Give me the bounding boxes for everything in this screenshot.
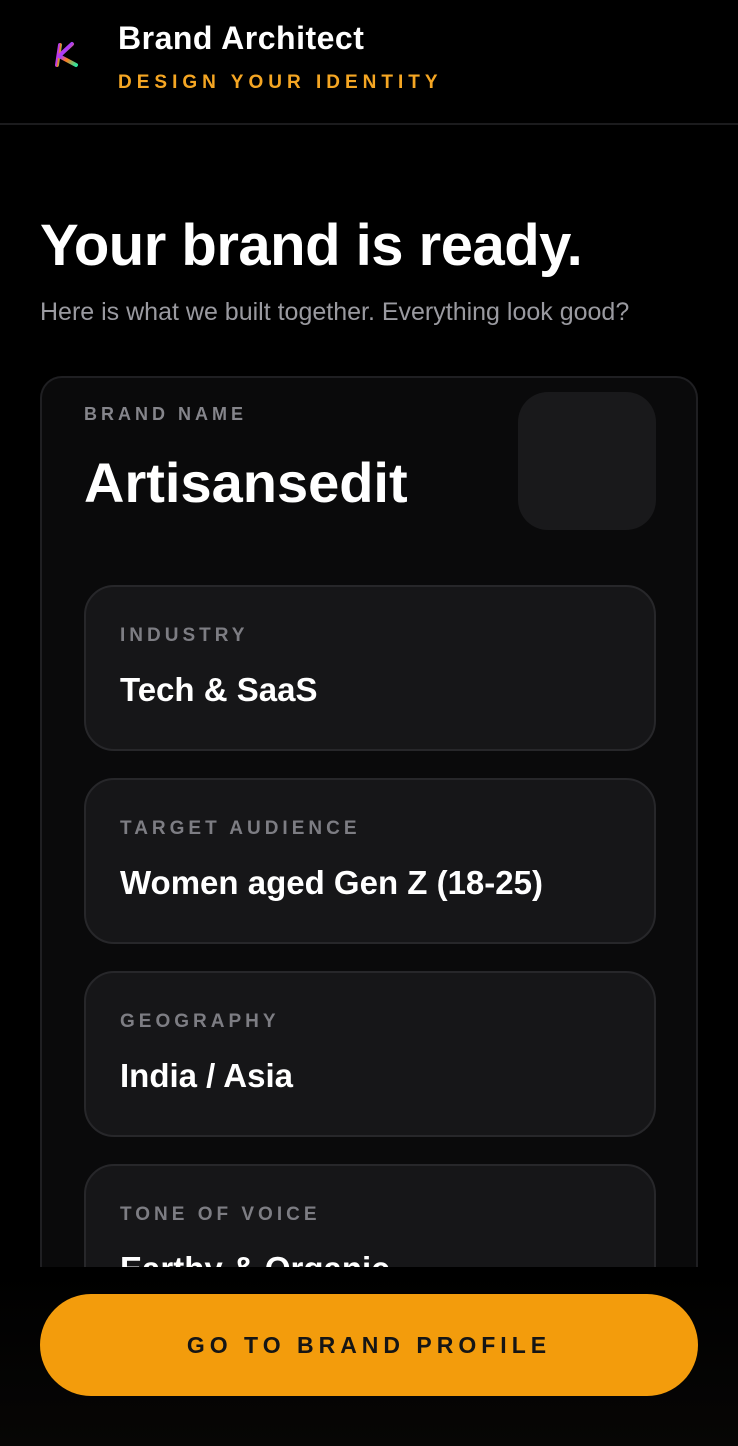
field-label: TARGET AUDIENCE: [120, 818, 361, 839]
app-title: Brand Architect: [118, 20, 365, 56]
geography-field: GEOGRAPHY India / Asia: [84, 971, 656, 1137]
brand-summary-card: BRAND NAME Artisansedit INDUSTRY Tech & …: [40, 376, 698, 1267]
app-tagline: DESIGN YOUR IDENTITY: [118, 72, 443, 93]
page-subtitle: Here is what we built together. Everythi…: [40, 298, 630, 326]
button-label: GO TO BRAND PROFILE: [186, 1331, 552, 1358]
target-audience-field: TARGET AUDIENCE Women aged Gen Z (18-25): [84, 778, 656, 944]
app-header: Brand Architect DESIGN YOUR IDENTITY: [0, 0, 738, 125]
k-logo-icon: [50, 38, 86, 74]
page-title: Your brand is ready.: [40, 213, 583, 278]
field-label: INDUSTRY: [120, 625, 249, 646]
industry-field: INDUSTRY Tech & SaaS: [84, 585, 656, 751]
brand-name-value: Artisansedit: [84, 451, 408, 514]
tone-of-voice-field: TONE OF VOICE Earthy & Organic: [84, 1164, 656, 1267]
field-value: Women aged Gen Z (18-25): [120, 864, 543, 901]
field-label: TONE OF VOICE: [120, 1204, 321, 1225]
brand-logo-placeholder: [518, 392, 656, 530]
field-value: Earthy & Organic: [120, 1250, 390, 1267]
app-screen: Brand Architect DESIGN YOUR IDENTITY You…: [0, 0, 738, 1446]
field-label: GEOGRAPHY: [120, 1011, 280, 1032]
field-value: Tech & SaaS: [120, 671, 318, 708]
field-value: India / Asia: [120, 1057, 293, 1094]
brand-name-label: BRAND NAME: [84, 404, 247, 424]
go-to-brand-profile-button[interactable]: GO TO BRAND PROFILE: [40, 1294, 698, 1396]
